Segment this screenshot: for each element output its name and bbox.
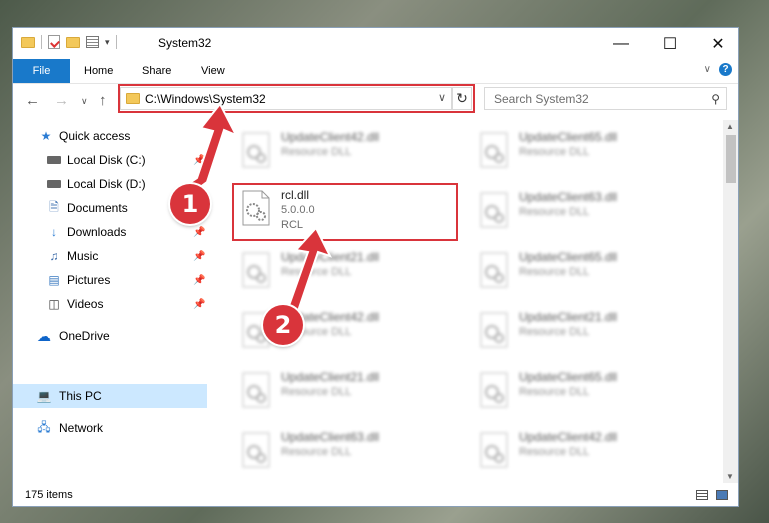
annotation-arrows [186, 102, 332, 325]
arrow-1 [186, 102, 239, 192]
step-badge-1: 1 [170, 184, 210, 224]
step-badge-2: 2 [263, 305, 303, 345]
